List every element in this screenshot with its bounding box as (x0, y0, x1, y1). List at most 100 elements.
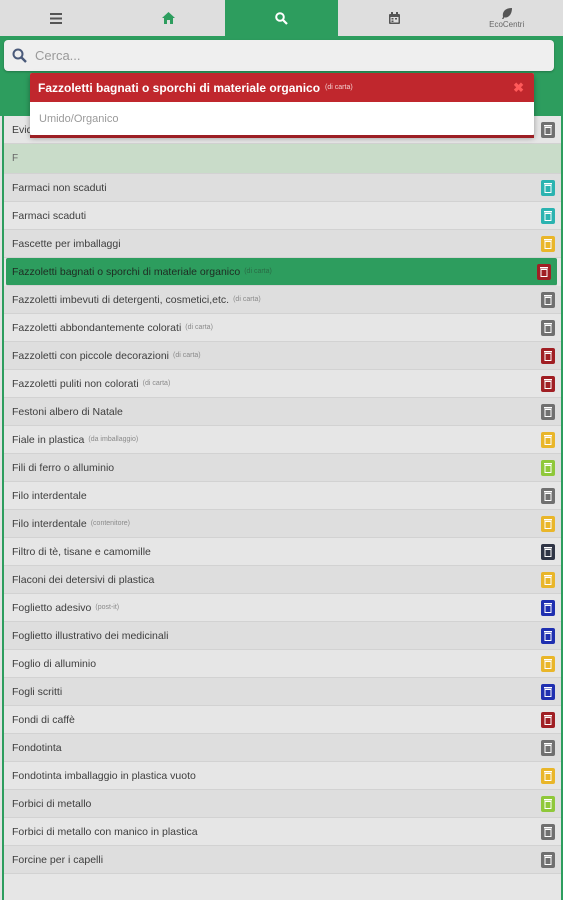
popup-category-label: Umido/Organico (39, 112, 119, 125)
tab-home[interactable] (113, 0, 226, 36)
list-item[interactable]: Forcine per i capelli (4, 846, 561, 874)
tab-search[interactable] (225, 0, 338, 36)
list-item[interactable]: Fogli scritti (4, 678, 561, 706)
list-item-label: Festoni albero di Natale (12, 405, 123, 418)
trash-bin-icon (541, 712, 555, 728)
trash-bin-icon (541, 376, 555, 392)
trash-bin-icon (537, 264, 551, 280)
search-input[interactable] (33, 47, 537, 64)
list-item-label: Filtro di tè, tisane e camomille (12, 545, 151, 558)
list-item-label: Filo interdentale (12, 489, 87, 502)
tab-ecocentri[interactable]: EcoCentri (450, 0, 563, 36)
list-item-label: Fondotinta imballaggio in plastica vuoto (12, 769, 196, 782)
list-item-note: (di carta) (233, 296, 261, 303)
pharmacy-bin-icon (541, 180, 555, 196)
list-item[interactable]: Filo interdentale (4, 482, 561, 510)
section-header: F (4, 144, 561, 174)
list-item-label: Flaconi dei detersivi di plastica (12, 573, 155, 586)
tab-menu[interactable] (0, 0, 113, 36)
list-item-label: Foglio di alluminio (12, 657, 97, 670)
list-item[interactable]: Farmaci non scaduti (4, 174, 561, 202)
list-item-label: Fazzoletti puliti non colorati (12, 377, 139, 390)
list-item[interactable]: Fondi di caffè (4, 706, 561, 734)
trash-bin-icon (541, 320, 555, 336)
trash-bin-icon (541, 348, 555, 364)
metal-bin-icon (541, 796, 555, 812)
list-item-label: Fazzoletti imbevuti di detergenti, cosme… (12, 293, 230, 306)
list-item[interactable]: Fazzoletti imbevuti di detergenti, cosme… (4, 286, 561, 314)
list-item[interactable]: Foglietto illustrativo dei medicinali (4, 622, 561, 650)
list-item-note: (di carta) (185, 324, 213, 331)
popup-accent-line (30, 135, 534, 138)
metal-bin-icon (541, 460, 555, 476)
list-item[interactable]: Foglio di alluminio (4, 650, 561, 678)
trash-bin-icon (541, 600, 555, 616)
list-item-label: Farmaci non scaduti (12, 181, 107, 194)
list-item-note: (contenitore) (90, 520, 131, 527)
results-list: Evid F Farmaci non scaduti Farmaci scadut… (2, 116, 563, 900)
list-item-label: Fiale in plastica (12, 433, 85, 446)
home-icon (162, 12, 176, 24)
leaf-icon (501, 7, 513, 19)
list-item[interactable]: Fondotinta (4, 734, 561, 762)
list-item[interactable]: Fazzoletti con piccole decorazioni (di ca… (4, 342, 561, 370)
popup-title: Fazzoletti bagnati o sporchi di material… (38, 80, 321, 95)
tab-ecocentri-label: EcoCentri (489, 19, 525, 29)
list-item-label: Fondotinta (12, 741, 62, 754)
trash-bin-icon (541, 740, 555, 756)
list-item-label: Fascette per imballaggi (12, 237, 121, 250)
list-item-label: Filo interdentale (12, 517, 87, 530)
pharmacy-bin-icon (541, 208, 555, 224)
trash-bin-icon (541, 432, 555, 448)
list-item-note: (post-it) (95, 604, 120, 611)
list-item-selected[interactable]: Fazzoletti bagnati o sporchi di material… (6, 258, 557, 286)
trash-bin-icon (541, 236, 555, 252)
trash-bin-icon (541, 656, 555, 672)
search-icon (275, 11, 288, 25)
popup-category: Umido/Organico (30, 102, 534, 135)
list-item-label: Farmaci scaduti (12, 209, 87, 222)
close-icon[interactable]: ✖ (513, 80, 524, 96)
list-item-label: Fili di ferro o alluminio (12, 461, 115, 474)
trash-bin-icon (541, 768, 555, 784)
popup-header: Fazzoletti bagnati o sporchi di material… (30, 73, 534, 102)
menu-icon (50, 12, 63, 24)
trash-bin-icon (541, 488, 555, 504)
trash-bin-icon (541, 292, 555, 308)
list-item-label: Fogli scritti (12, 685, 63, 698)
list-item-label: Fazzoletti con piccole decorazioni (12, 349, 169, 362)
list-item[interactable]: Fazzoletti puliti non colorati (di carta) (4, 370, 561, 398)
search-icon (12, 48, 27, 63)
trash-bin-icon (541, 824, 555, 840)
section-letter: F (12, 153, 19, 164)
list-item-note: (di carta) (173, 352, 201, 359)
tab-calendar[interactable] (338, 0, 451, 36)
list-item[interactable]: Fiale in plastica (da imballaggio) (4, 426, 561, 454)
list-item[interactable]: Filtro di tè, tisane e camomille (4, 538, 561, 566)
popup-title-note: (di carta) (325, 84, 353, 91)
list-item[interactable]: Fascette per imballaggi (4, 230, 561, 258)
list-item-label: Fazzoletti abbondantemente colorati (12, 321, 182, 334)
trash-bin-icon (541, 404, 555, 420)
search-bar[interactable] (4, 40, 554, 71)
list-item[interactable]: Forbici di metallo (4, 790, 561, 818)
list-item[interactable]: Foglietto adesivo (post-it) (4, 594, 561, 622)
list-item-note: (da imballaggio) (88, 436, 139, 443)
list-item-label: Forbici di metallo con manico in plastic… (12, 825, 198, 838)
list-item[interactable]: Fili di ferro o alluminio (4, 454, 561, 482)
selected-item-popup: Fazzoletti bagnati o sporchi di material… (30, 73, 534, 138)
list-item-label: Fazzoletti bagnati o sporchi di material… (12, 265, 241, 278)
list-item[interactable]: Fondotinta imballaggio in plastica vuoto (4, 762, 561, 790)
trash-bin-icon (541, 122, 555, 138)
trash-bin-icon (541, 684, 555, 700)
list-item[interactable]: Flaconi dei detersivi di plastica (4, 566, 561, 594)
list-item[interactable]: Festoni albero di Natale (4, 398, 561, 426)
list-item-note: (di carta) (244, 268, 272, 275)
list-item[interactable]: Forbici di metallo con manico in plastic… (4, 818, 561, 846)
calendar-icon (388, 12, 400, 24)
list-item[interactable]: Fazzoletti abbondantemente colorati (di c… (4, 314, 561, 342)
list-item-note: (di carta) (142, 380, 171, 387)
top-navigation-bar: EcoCentri (0, 0, 563, 36)
list-item[interactable]: Farmaci scaduti (4, 202, 561, 230)
list-item[interactable]: Filo interdentale (contenitore) (4, 510, 561, 538)
